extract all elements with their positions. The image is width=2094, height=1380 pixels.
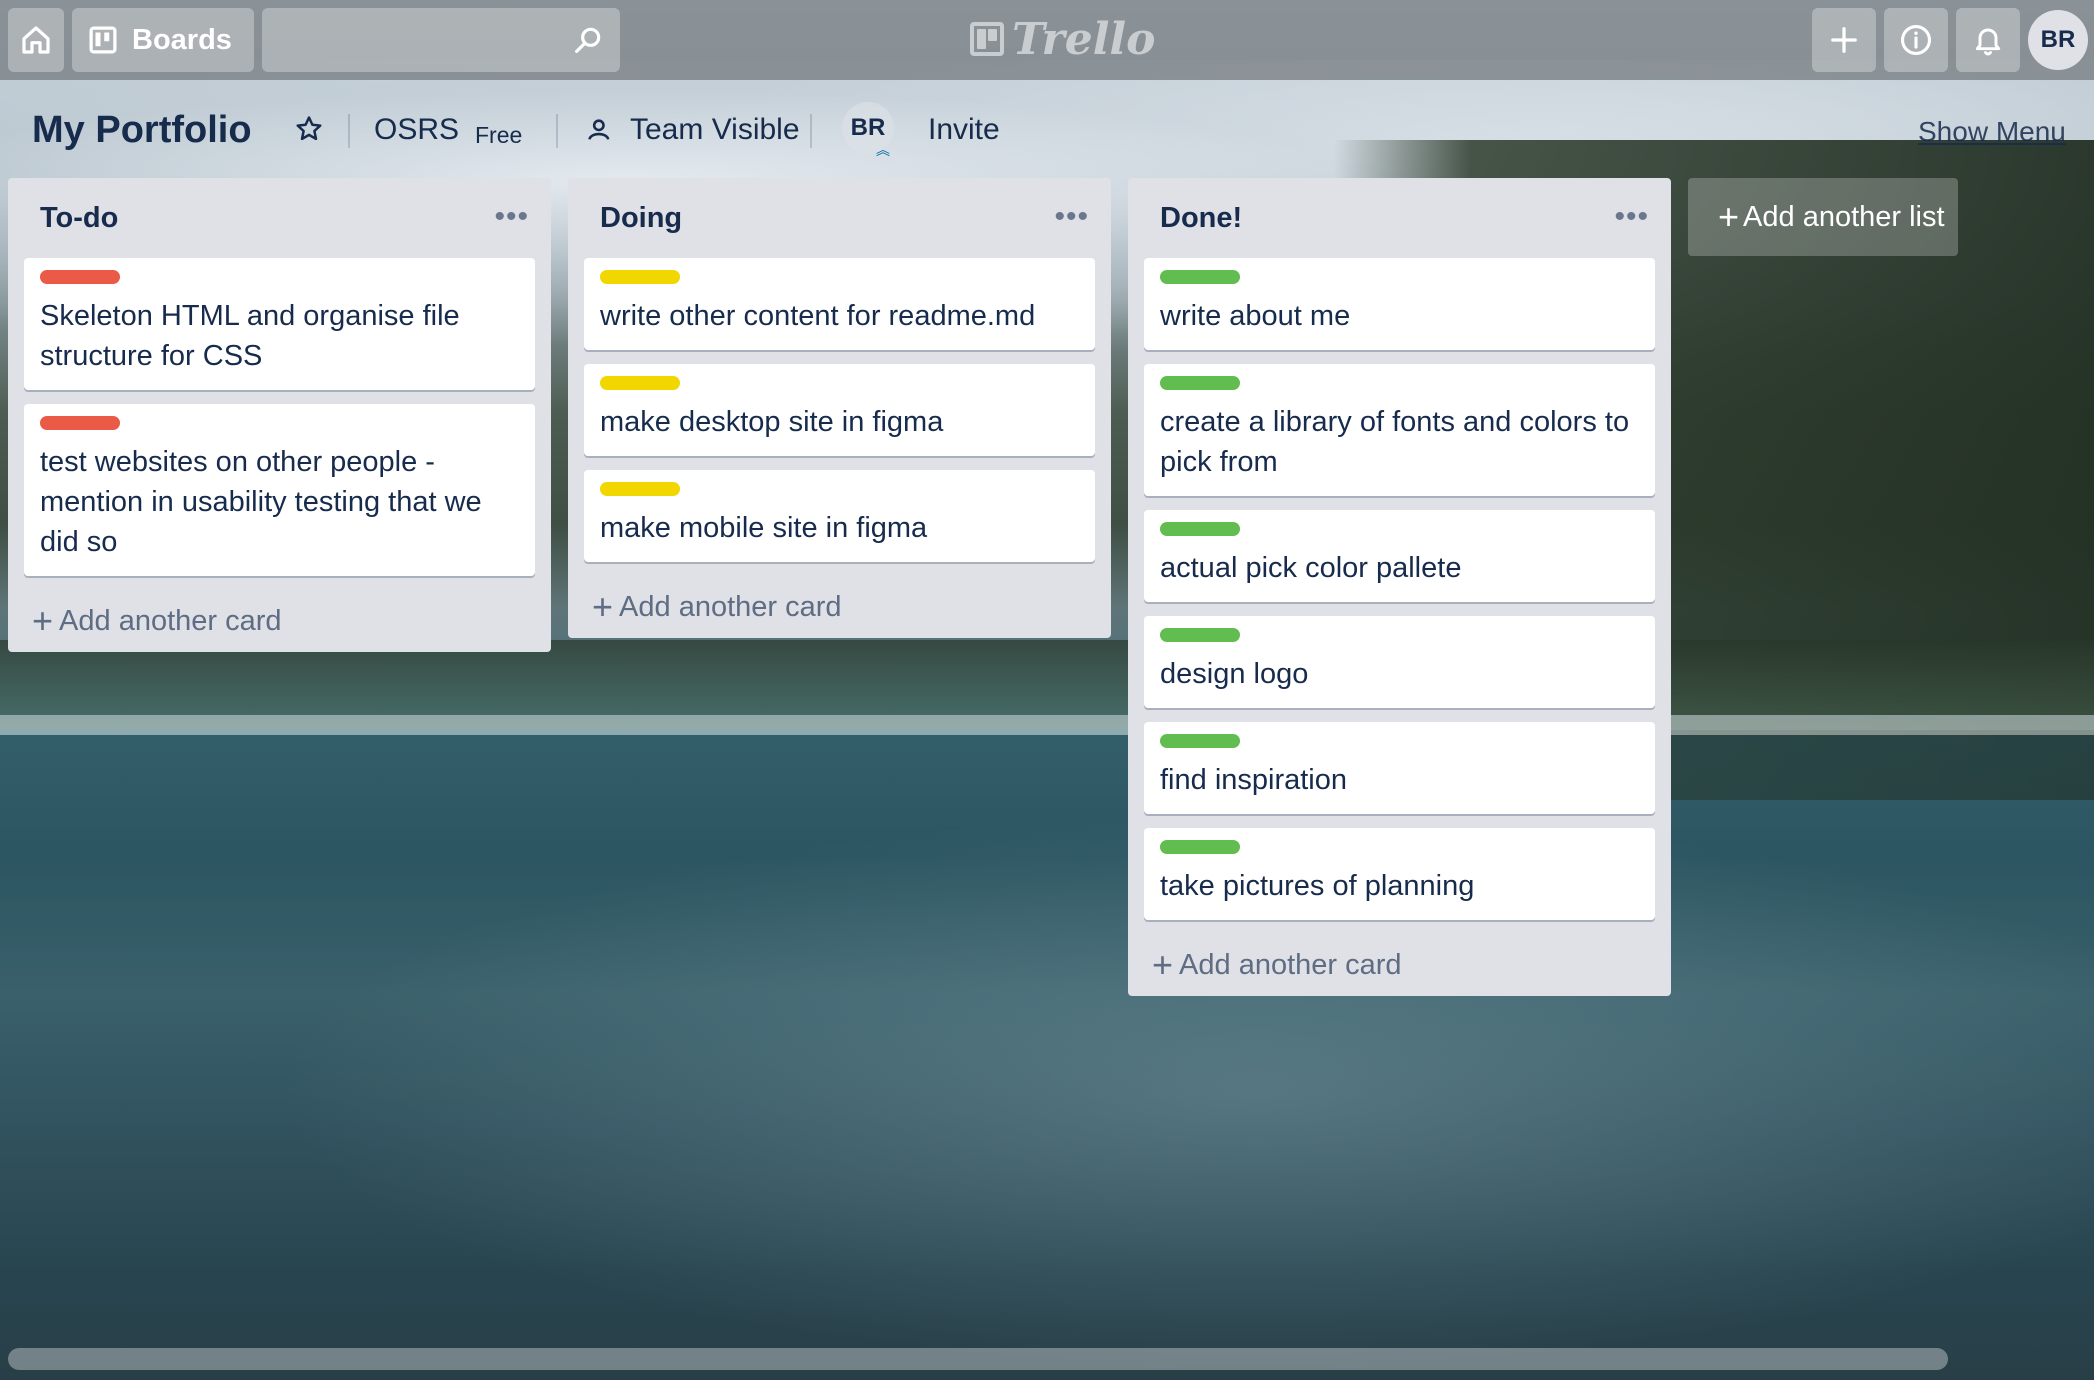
more-icon[interactable]: •••: [494, 200, 529, 234]
show-menu-link[interactable]: Show Menu: [1918, 116, 2066, 148]
card[interactable]: take pictures of planning: [1144, 828, 1655, 920]
team-name[interactable]: OSRS: [374, 113, 459, 147]
add-card-label: Add another card: [619, 590, 842, 623]
card-text: write about me: [1160, 300, 1351, 332]
card-text: find inspiration: [1160, 764, 1347, 796]
team-icon: [586, 116, 614, 149]
more-icon[interactable]: •••: [1614, 200, 1649, 234]
notifications-button[interactable]: [1956, 8, 2020, 72]
plus-icon: +: [592, 586, 614, 627]
trello-logo[interactable]: Trello: [970, 13, 1156, 65]
bell-icon: [1975, 28, 2001, 56]
user-avatar[interactable]: BR: [2028, 10, 2088, 70]
card-text: Skeleton HTML and organise file structur…: [40, 300, 460, 372]
card-text: make mobile site in figma: [600, 512, 928, 544]
card-label: [600, 270, 680, 284]
add-list-label: Add another list: [1743, 200, 1945, 233]
card[interactable]: test websites on other people - mention …: [24, 404, 535, 576]
plan-badge[interactable]: Free: [475, 122, 522, 149]
card-text: design logo: [1160, 658, 1309, 690]
card[interactable]: actual pick color pallete: [1144, 510, 1655, 602]
list-title[interactable]: Doing: [600, 202, 682, 235]
boards-label: Boards: [132, 23, 232, 56]
search-input[interactable]: [262, 8, 620, 72]
info-icon: [1900, 24, 1932, 56]
list-title[interactable]: Done!: [1160, 202, 1242, 235]
card[interactable]: write other content for readme.md: [584, 258, 1095, 350]
card-label: [1160, 522, 1240, 536]
card[interactable]: make mobile site in figma: [584, 470, 1095, 562]
background-shore: [0, 715, 2094, 735]
trello-logo-icon: [970, 22, 1004, 56]
divider: [348, 114, 350, 148]
card-label: [1160, 270, 1240, 284]
add-list-button[interactable]: + Add another list: [1688, 178, 1958, 256]
card-label: [40, 416, 120, 430]
plus-icon: +: [1152, 944, 1174, 985]
invite-button[interactable]: Invite: [928, 113, 1000, 147]
boards-icon: [89, 26, 117, 54]
search-icon: [575, 27, 601, 53]
add-card-label: Add another card: [1179, 948, 1402, 981]
more-icon[interactable]: •••: [1054, 200, 1089, 234]
card-text: create a library of fonts and colors to …: [1160, 406, 1630, 478]
list-doing: Doing ••• write other content for readme…: [568, 178, 1111, 638]
plus-icon: +: [32, 600, 54, 641]
card[interactable]: Skeleton HTML and organise file structur…: [24, 258, 535, 390]
plus-icon: +: [1718, 196, 1740, 237]
background-lake: [0, 735, 2094, 1380]
add-card-button[interactable]: + Add another card: [8, 590, 551, 652]
admin-chevron-icon: ︽: [876, 142, 890, 158]
card[interactable]: write about me: [1144, 258, 1655, 350]
horizontal-scrollbar[interactable]: [8, 1348, 1948, 1370]
card-label: [1160, 734, 1240, 748]
add-card-label: Add another card: [59, 604, 282, 637]
card-text: take pictures of planning: [1160, 870, 1475, 902]
card-label: [600, 376, 680, 390]
card-label: [40, 270, 120, 284]
top-header: Boards Trello BR: [0, 0, 2094, 80]
home-button[interactable]: [8, 8, 64, 72]
card-label: [600, 482, 680, 496]
card-label: [1160, 628, 1240, 642]
visibility-button[interactable]: Team Visible: [630, 113, 800, 147]
trello-logo-text: Trello: [1012, 13, 1156, 65]
background-treeline: [0, 640, 2094, 730]
card-text: make desktop site in figma: [600, 406, 944, 438]
board-header: My Portfolio OSRS Free Team Visible BR ︽…: [0, 96, 2094, 164]
add-button[interactable]: [1812, 8, 1876, 72]
card[interactable]: create a library of fonts and colors to …: [1144, 364, 1655, 496]
star-button[interactable]: [294, 114, 324, 149]
card[interactable]: find inspiration: [1144, 722, 1655, 814]
card-text: write other content for readme.md: [600, 300, 1036, 332]
list-done: Done! ••• write about me create a librar…: [1128, 178, 1671, 996]
star-icon: [296, 116, 322, 141]
divider: [810, 114, 812, 148]
card-label: [1160, 376, 1240, 390]
plus-icon: [1831, 27, 1857, 53]
boards-button[interactable]: Boards: [72, 8, 254, 72]
board-title[interactable]: My Portfolio: [32, 109, 252, 152]
card[interactable]: design logo: [1144, 616, 1655, 708]
card-text: test websites on other people - mention …: [40, 446, 482, 558]
info-button[interactable]: [1884, 8, 1948, 72]
card[interactable]: make desktop site in figma: [584, 364, 1095, 456]
list-todo: To-do ••• Skeleton HTML and organise fil…: [8, 178, 551, 652]
card-label: [1160, 840, 1240, 854]
home-icon: [22, 26, 50, 54]
add-card-button[interactable]: + Add another card: [568, 576, 1111, 638]
list-title[interactable]: To-do: [40, 202, 118, 235]
card-text: actual pick color pallete: [1160, 552, 1462, 584]
add-card-button[interactable]: + Add another card: [1128, 934, 1671, 996]
divider: [556, 114, 558, 148]
